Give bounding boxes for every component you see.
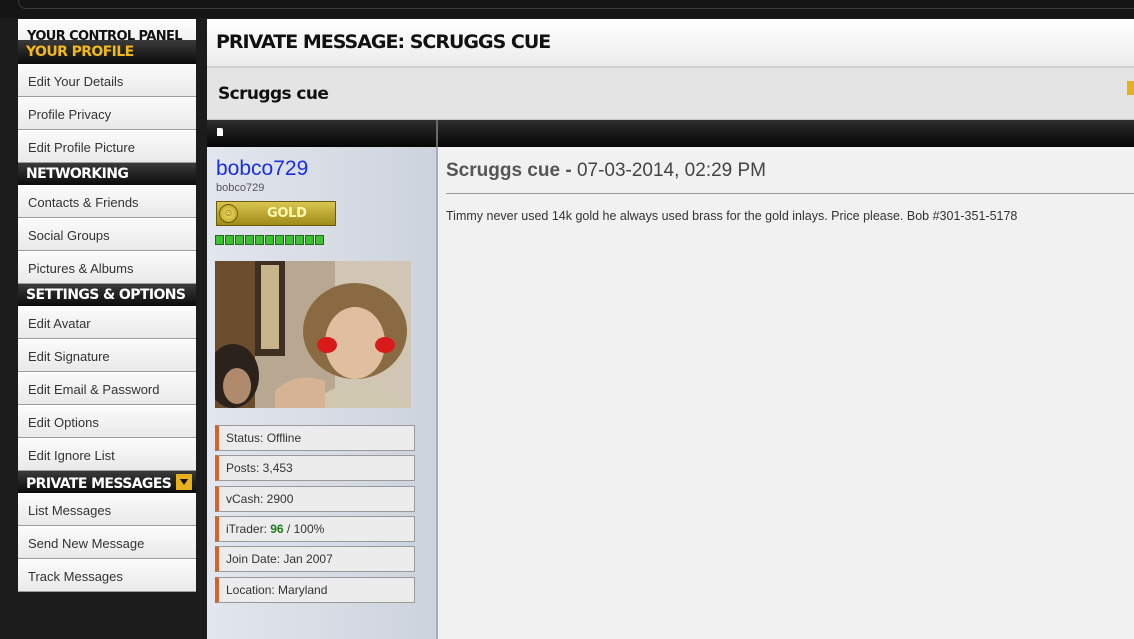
section-private-messages-label: PRIVATE MESSAGES [26,476,172,492]
message-date: 07-03-2014, 02:29 PM [576,160,767,181]
subject-bar: Scruggs cue [207,66,1134,120]
sidebar-item-edit-email-password[interactable]: Edit Email & Password [18,372,196,405]
reputation-pip [295,235,304,245]
user-title: bobco729 [216,182,265,194]
sidebar-item-edit-details[interactable]: Edit Your Details [18,64,196,97]
user-info-panel: bobco729 bobco729 ☺ GOLD Status: Offline… [207,147,438,639]
location-field: Location: Maryland [215,577,415,603]
sidebar-item-pictures-albums[interactable]: Pictures & Albums [18,251,196,284]
reputation-pip [285,235,294,245]
control-panel-sidebar: YOUR CONTROL PANEL YOUR PROFILE Edit You… [18,19,196,592]
reputation-bar [215,232,325,245]
sidebar-item-send-new-message[interactable]: Send New Message [18,526,196,559]
reputation-pip [275,235,284,245]
itrader-suffix: / 100% [283,522,325,536]
section-private-messages: PRIVATE MESSAGES [18,471,196,493]
message-panel: Scruggs cue - 07-03-2014, 02:29 PM Timmy… [438,147,1134,639]
reputation-pip [315,235,324,245]
message-title: Scruggs cue - 07-03-2014, 02:29 PM [446,160,766,182]
page-title: PRIVATE MESSAGE: SCRUGGS CUE [207,19,1134,66]
sidebar-item-contacts-friends[interactable]: Contacts & Friends [18,185,196,218]
sidebar-item-social-groups[interactable]: Social Groups [18,218,196,251]
posts-field: Posts: 3,453 [215,455,415,481]
post-header-bar [207,120,1134,147]
divider [436,120,438,147]
status-field: Status: Offline [215,425,415,451]
message-body: Timmy never used 14k gold he always used… [446,209,1018,223]
sidebar-item-edit-profile-picture[interactable]: Edit Profile Picture [18,130,196,163]
sidebar-item-track-messages[interactable]: Track Messages [18,559,196,592]
avatar[interactable] [215,261,411,408]
section-settings-options: SETTINGS & OPTIONS [18,284,196,306]
chevron-down-icon[interactable] [176,474,193,490]
sidebar-item-edit-ignore-list[interactable]: Edit Ignore List [18,438,196,471]
itrader-prefix: iTrader: [226,522,271,536]
coin-icon: ☺ [219,204,238,223]
message-separator: - [560,160,577,181]
vcash-field: vCash: 2900 [215,486,415,512]
reputation-pip [235,235,244,245]
itrader-field: iTrader: 96 / 100% [215,516,415,542]
sidebar-item-edit-options[interactable]: Edit Options [18,405,196,438]
alert-icon[interactable] [1127,81,1134,95]
reputation-pip [215,235,224,245]
reputation-pip [245,235,254,245]
rank-label: GOLD [267,206,307,221]
subject-title: Scruggs cue [218,84,329,104]
sidebar-item-edit-signature[interactable]: Edit Signature [18,339,196,372]
document-icon [217,128,223,136]
section-networking: NETWORKING [18,163,196,185]
main-content: PRIVATE MESSAGE: SCRUGGS CUE Scruggs cue… [207,19,1134,639]
divider [446,193,1134,194]
rank-badge: ☺ GOLD [216,201,336,226]
reputation-pip [265,235,274,245]
reputation-pip [305,235,314,245]
sidebar-item-profile-privacy[interactable]: Profile Privacy [18,97,196,130]
message-subject: Scruggs cue [446,160,561,181]
reputation-pip [225,235,234,245]
join-date-field: Join Date: Jan 2007 [215,546,415,572]
sidebar-item-list-messages[interactable]: List Messages [18,493,196,526]
itrader-score[interactable]: 96 [270,522,283,536]
section-your-profile: YOUR PROFILE [18,40,196,64]
reputation-pip [255,235,264,245]
sidebar-item-edit-avatar[interactable]: Edit Avatar [18,306,196,339]
top-bar [0,0,1134,18]
username-link[interactable]: bobco729 [216,157,308,181]
